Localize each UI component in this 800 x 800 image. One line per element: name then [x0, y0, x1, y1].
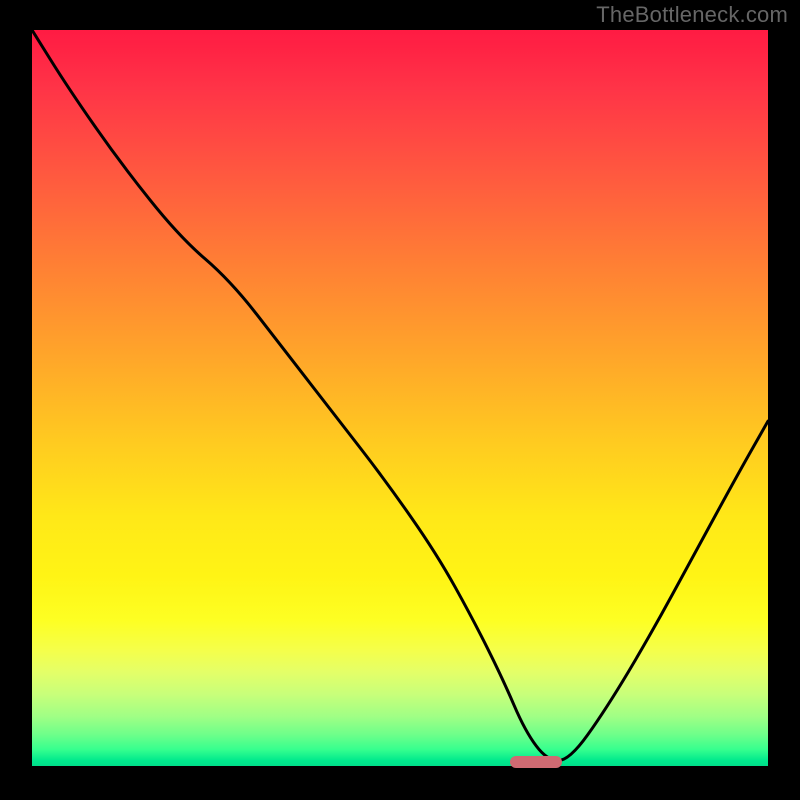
plot-area	[32, 30, 768, 768]
chart-canvas: TheBottleneck.com	[0, 0, 800, 800]
bottleneck-curve	[32, 30, 768, 768]
x-axis-baseline	[32, 766, 768, 768]
watermark-text: TheBottleneck.com	[596, 2, 788, 28]
optimal-range-marker	[510, 756, 562, 768]
